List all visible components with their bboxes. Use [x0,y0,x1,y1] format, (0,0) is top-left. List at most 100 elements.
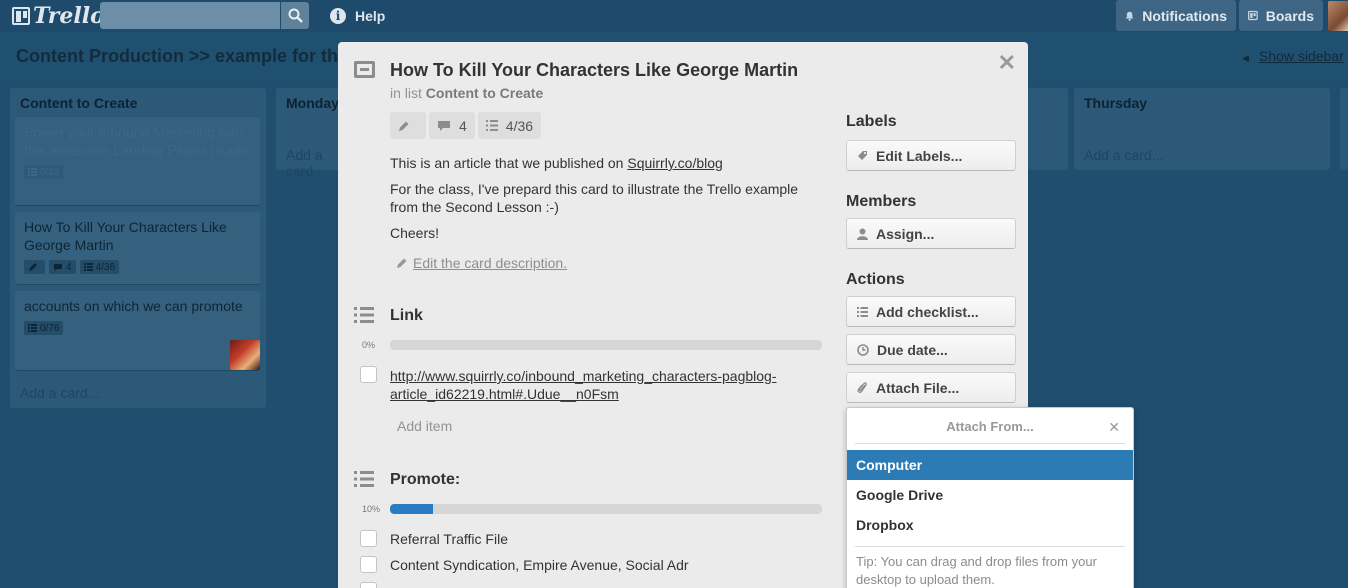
divider [855,546,1125,547]
labels-heading: Labels [846,113,897,130]
list-card[interactable]: accounts on which we can promote 0/76 [15,291,260,371]
comments-count: 4 [66,261,72,273]
pencil-icon [29,263,37,271]
close-icon[interactable]: ✕ [1108,419,1120,436]
card-icon [354,61,375,78]
drag-drop-tip: Tip: You can drag and drop files from yo… [856,554,1097,587]
card-description-line: For the class, I've prepard this card to… [390,181,799,215]
members-heading: Members [846,193,917,210]
list-thursday [1028,88,1068,170]
help-link[interactable]: i Help [330,7,385,25]
add-checklist-label: Add checklist... [876,303,979,320]
edit-description-label: Edit the card description. [413,255,568,271]
attach-file-button[interactable]: Attach File... [846,372,1016,403]
checklist-item-checkbox[interactable] [360,366,377,383]
attach-option-computer[interactable]: Computer [847,450,1133,480]
notifications-label: Notifications [1142,7,1227,24]
help-label: Help [355,8,386,24]
trello-logo[interactable]: Trello [12,3,105,29]
card-title: accounts on which we can promote [24,298,243,314]
checklist-progress-bar [390,340,822,350]
tag-icon [858,151,867,160]
add-card-link[interactable]: Add a card... [1084,147,1163,163]
trello-logo-icon [12,7,30,25]
due-date-label: Due date... [877,341,948,358]
list-title: Thursday [1084,95,1148,111]
checklist-count: 0/12 [40,166,60,178]
user-avatar[interactable] [1328,1,1348,31]
close-icon[interactable]: ✕ [998,50,1016,76]
notifications-button[interactable]: Notifications [1116,0,1236,31]
add-item-link[interactable]: Add item [397,418,452,434]
edit-labels-button[interactable]: Edit Labels... [846,140,1016,171]
edit-labels-label: Edit Labels... [876,147,963,164]
checklist-title[interactable]: Promote: [390,471,460,489]
list-content-to-create: Content to Create Power your Inbound Mar… [10,88,266,408]
attach-file-label: Attach File... [876,379,960,396]
description-link[interactable]: Squirrly.co/blog [627,155,722,171]
show-sidebar-label: Show sidebar [1258,48,1344,64]
checklist-percent: 10% [362,504,381,514]
add-card-link[interactable]: Add a card... [20,385,99,401]
add-checklist-button[interactable]: Add checklist... [846,296,1016,327]
card-description-line: This is an article that we published on … [390,154,820,172]
search-button[interactable] [281,2,309,29]
checklist-badge: 0/76 [24,321,64,335]
person-icon [857,228,868,240]
checklist-icon [83,263,93,271]
comments-badge: 4 [49,260,76,274]
list-card[interactable]: How To Kill Your Characters Like George … [15,212,260,285]
checklist-item-text[interactable]: Content Syndication, Empire Avenue, Soci… [390,556,689,574]
checklist-icon [28,324,37,332]
description-badge [390,112,426,139]
popover-title: Attach From... [946,419,1034,434]
search-input[interactable] [100,2,280,29]
attach-option-dropbox[interactable]: Dropbox [847,510,1133,540]
checklist-item-text[interactable]: Referral Traffic File [390,530,508,548]
attach-option-google-drive[interactable]: Google Drive [847,480,1133,510]
logo-text: Trello [33,3,105,29]
checklist-title[interactable]: Link [390,307,423,325]
list-thursday: Thursday Add a card... [1074,88,1330,170]
list-card[interactable]: Power your Inbound Marketing with this a… [15,117,260,206]
assign-button[interactable]: Assign... [846,218,1016,249]
checklist-progress-fill [390,504,434,514]
due-date-button[interactable]: Due date... [846,334,1016,365]
card-title[interactable]: How To Kill Your Characters Like George … [390,60,798,81]
checklist-count: 4/36 [95,261,116,273]
checklist-count: 0/76 [40,322,60,334]
board-title[interactable]: Content Production >> example for th [16,46,338,67]
caret-left-icon: ◀ [1242,53,1249,63]
card-badges: 4 4/36 [390,112,542,139]
pencil-icon [397,258,407,268]
comments-count: 4 [459,117,467,134]
checklist-badge: 4/36 [477,112,542,139]
card-list-info: in list Content to Create [390,85,543,101]
member-avatar[interactable] [230,340,260,370]
top-header: Trello i Help Notifications Boards [0,0,1348,32]
description-text: This is an article that we published on [390,155,624,171]
description-badge [24,260,45,274]
edit-description-link[interactable]: Edit the card description. [396,255,567,271]
card-title: Power your Inbound Marketing with this a… [24,124,249,158]
search-icon [288,8,303,23]
checklist-item-checkbox[interactable] [360,582,377,588]
checklist-badge: 4/36 [79,260,120,274]
boards-button[interactable]: Boards [1239,0,1323,31]
clock-icon [857,343,869,356]
checklist-item-checkbox[interactable] [360,556,377,573]
checklist-item-text[interactable]: article_id62219.html#.Udue__n0Fsm [390,385,619,403]
info-icon: i [330,8,346,24]
list-name-link[interactable]: Content to Create [426,85,543,101]
actions-heading: Actions [846,271,905,288]
checklist-count: 4/36 [505,117,534,134]
bell-icon [1125,11,1134,21]
boards-label: Boards [1265,7,1314,24]
checklist-icon [28,168,37,176]
checklist-icon [354,307,374,323]
card-description-line: Cheers! [390,225,440,241]
checklist-item-text[interactable]: http://www.squirrly.co/inbound_marketing… [390,367,777,385]
checklist-icon [485,120,498,131]
show-sidebar-link[interactable]: ◀ Show sidebar [1242,48,1344,64]
checklist-item-checkbox[interactable] [360,530,377,547]
